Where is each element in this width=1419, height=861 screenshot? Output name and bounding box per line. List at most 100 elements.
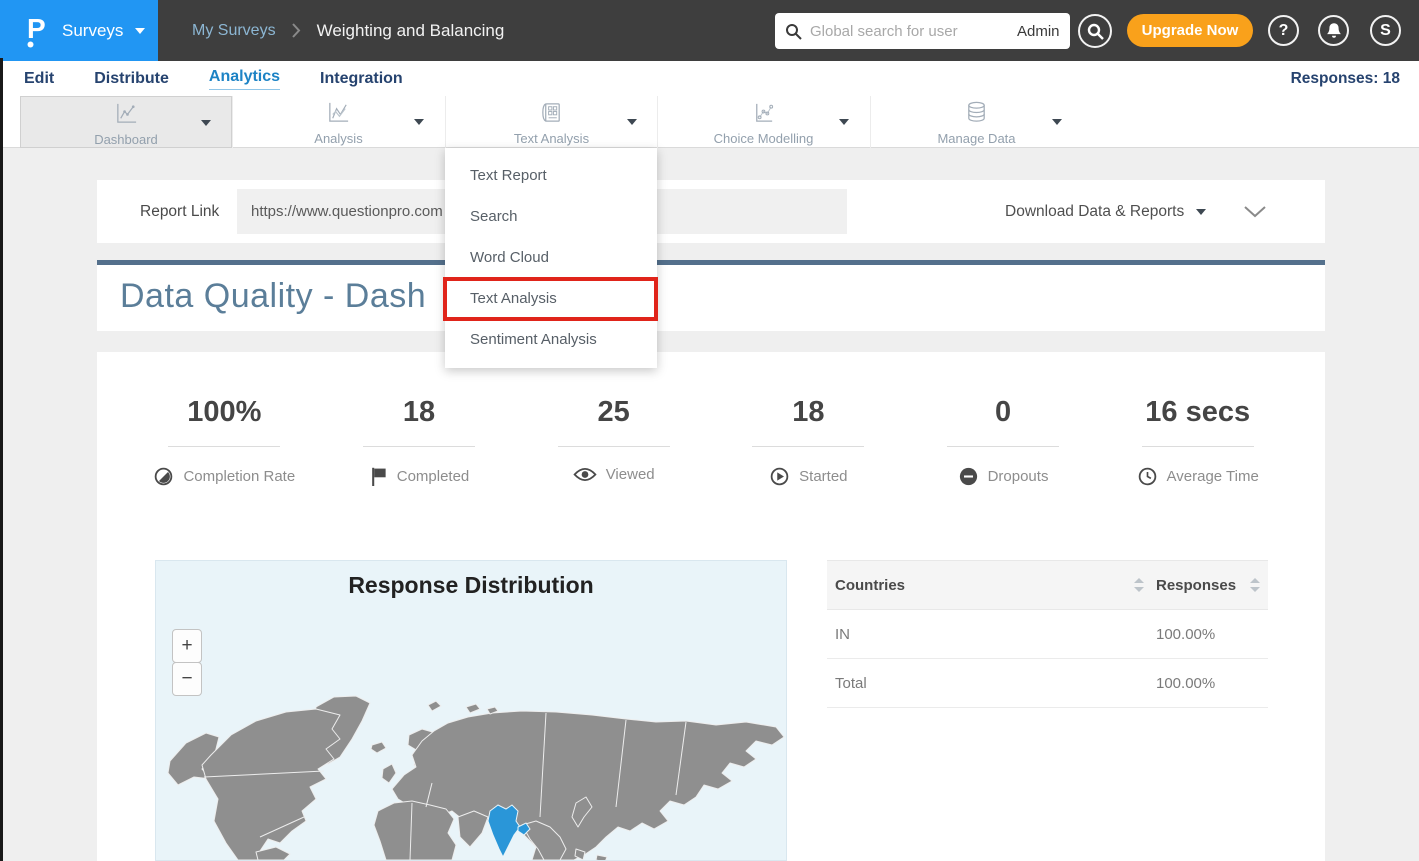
menu-item-sentiment-analysis[interactable]: Sentiment Analysis — [445, 319, 657, 360]
stat-dropouts: 0 Dropouts — [906, 396, 1101, 492]
tab-label: Manage Data — [871, 131, 1082, 146]
stat-value: 25 — [516, 396, 711, 429]
chevron-down-icon — [1052, 119, 1062, 125]
divider — [947, 446, 1059, 447]
analytics-toolbar: Dashboard Analysis Text Analysis — [0, 96, 1419, 148]
nav-item-distribute[interactable]: Distribute — [94, 70, 169, 88]
breadcrumb: My Surveys Weighting and Balancing — [192, 0, 504, 61]
stat-value: 18 — [322, 396, 517, 429]
clock-icon — [1137, 466, 1158, 487]
tab-label: Analysis — [233, 131, 444, 146]
stat-viewed: 25 Viewed — [516, 396, 711, 492]
chevron-right-icon — [292, 23, 301, 38]
global-search-input[interactable] — [810, 23, 1009, 40]
nav-item-edit[interactable]: Edit — [24, 70, 54, 88]
stat-value: 0 — [906, 396, 1101, 429]
column-header-responses[interactable]: Responses — [1156, 577, 1260, 594]
chevron-down-icon — [135, 28, 145, 34]
divider — [1142, 446, 1254, 447]
stat-value: 16 secs — [1100, 396, 1295, 429]
collapse-chevron-icon[interactable] — [1244, 206, 1266, 218]
notifications-button[interactable] — [1318, 15, 1349, 46]
flag-icon — [369, 466, 388, 487]
responses-cell: 100.00% — [1156, 675, 1260, 692]
question-mark-icon: ? — [1279, 22, 1289, 40]
response-distribution-card: Response Distribution + − — [155, 560, 787, 861]
breadcrumb-current-survey: Weighting and Balancing — [317, 21, 505, 41]
country-cell: Total — [835, 675, 1156, 692]
tab-label: Dashboard — [21, 132, 231, 147]
stat-label: Average Time — [1167, 468, 1259, 485]
stat-value: 18 — [711, 396, 906, 429]
text-report-icon — [539, 100, 564, 125]
download-data-reports-label: Download Data & Reports — [1005, 203, 1184, 221]
annotation-highlight-box — [443, 277, 658, 321]
stat-label: Completed — [397, 468, 470, 485]
countries-table: Countries Responses IN 100.00% Total — [827, 560, 1268, 708]
questionpro-logo-icon: P — [24, 11, 50, 51]
table-row: IN 100.00% — [827, 610, 1268, 659]
global-search: Admin — [775, 13, 1070, 49]
stats-row: 100% Completion Rate 18 — [97, 352, 1325, 492]
svg-text:P: P — [27, 13, 46, 44]
tab-choice-modelling[interactable]: Choice Modelling — [657, 96, 869, 148]
survey-nav: Edit Distribute Analytics Integration Re… — [0, 61, 1419, 96]
database-icon — [964, 100, 989, 125]
country-cell: IN — [835, 626, 1156, 643]
menu-item-word-cloud[interactable]: Word Cloud — [445, 237, 657, 278]
chevron-down-icon — [414, 119, 424, 125]
column-header-countries[interactable]: Countries — [835, 577, 1156, 594]
tab-analysis[interactable]: Analysis — [232, 96, 444, 148]
global-search-main: Admin — [775, 13, 1070, 49]
stat-started: 18 Started — [711, 396, 906, 492]
breadcrumb-my-surveys[interactable]: My Surveys — [192, 22, 276, 40]
user-avatar[interactable]: S — [1370, 15, 1401, 46]
countries-table-header: Countries Responses — [827, 560, 1268, 610]
divider — [363, 446, 475, 447]
chevron-down-icon — [1196, 209, 1206, 215]
table-row: Total 100.00% — [827, 659, 1268, 708]
stat-completed: 18 Completed — [322, 396, 517, 492]
text-analysis-menu: Text Report Search Word Cloud Text Analy… — [445, 148, 657, 368]
menu-item-text-report[interactable]: Text Report — [445, 155, 657, 196]
stat-completion-rate: 100% Completion Rate — [127, 396, 322, 492]
stat-label: Dropouts — [988, 468, 1049, 485]
divider — [558, 446, 670, 447]
menu-item-search[interactable]: Search — [445, 196, 657, 237]
chevron-down-icon — [201, 120, 211, 126]
help-button[interactable]: ? — [1268, 15, 1299, 46]
analysis-chart-icon — [326, 100, 351, 125]
upgrade-now-button[interactable]: Upgrade Now — [1127, 14, 1253, 47]
world-map[interactable] — [156, 560, 787, 860]
half-circle-icon — [153, 466, 174, 487]
surveys-menu-button[interactable]: P Surveys — [0, 0, 158, 61]
tab-manage-data[interactable]: Manage Data — [870, 96, 1082, 148]
responses-cell: 100.00% — [1156, 626, 1260, 643]
search-submit-button[interactable] — [1078, 14, 1112, 48]
page-title: Data Quality - Dash — [97, 265, 1325, 316]
nav-item-analytics[interactable]: Analytics — [209, 68, 280, 90]
stat-average-time: 16 secs Average Time — [1100, 396, 1295, 492]
avatar-initial: S — [1380, 22, 1391, 40]
play-circle-icon — [769, 466, 790, 487]
tab-dashboard[interactable]: Dashboard — [20, 96, 232, 148]
search-icon — [785, 23, 802, 40]
page-title-panel: Data Quality - Dash — [97, 260, 1325, 331]
divider — [752, 446, 864, 447]
minus-circle-icon — [958, 466, 979, 487]
questionpro-analytics-screen: P Surveys My Surveys Weighting and Balan… — [0, 0, 1419, 861]
chevron-down-icon — [627, 119, 637, 125]
stat-value: 100% — [127, 396, 322, 429]
top-header: P Surveys My Surveys Weighting and Balan… — [0, 0, 1419, 61]
nav-item-integration[interactable]: Integration — [320, 70, 403, 88]
window-edge-strip — [0, 58, 3, 861]
stat-label: Viewed — [606, 466, 655, 483]
download-data-reports-dropdown[interactable]: Download Data & Reports — [1005, 180, 1206, 243]
dashboard-panel: 100% Completion Rate 18 — [97, 352, 1325, 861]
report-link-label: Report Link — [140, 180, 219, 243]
sort-icon — [1250, 578, 1260, 592]
report-link-panel: Report Link Download Data & Reports — [97, 180, 1325, 243]
tab-text-analysis[interactable]: Text Analysis — [445, 96, 657, 148]
divider — [168, 446, 280, 447]
surveys-label: Surveys — [62, 21, 123, 41]
